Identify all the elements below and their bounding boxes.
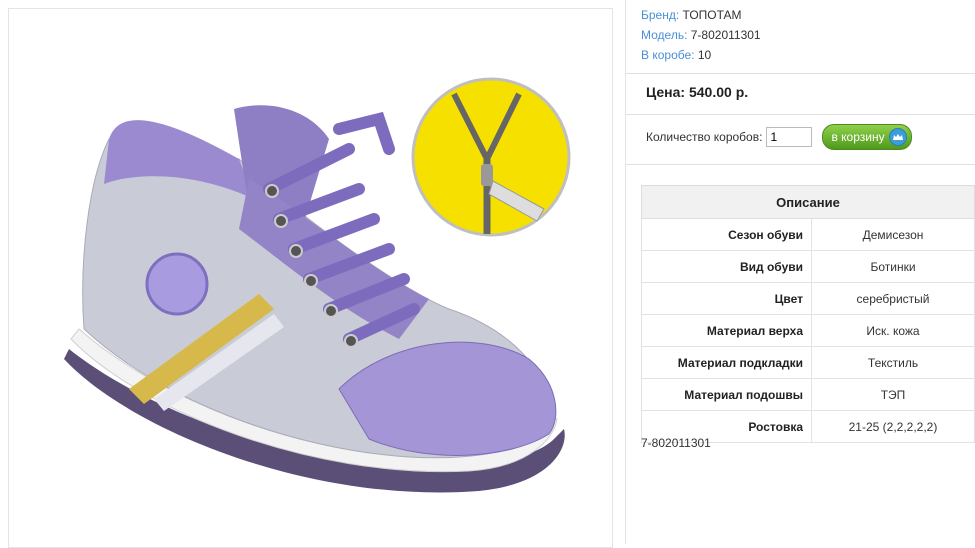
product-image[interactable] <box>8 8 613 548</box>
model-label: Модель: <box>641 28 688 42</box>
column-divider <box>625 0 626 544</box>
crown-icon <box>888 128 907 146</box>
model-value: 7-802011301 <box>690 28 761 42</box>
quantity-input[interactable] <box>766 127 813 147</box>
box-value: 10 <box>697 48 712 62</box>
spec-row: Вид обуви Ботинки <box>641 250 975 283</box>
spec-key: Материал подошвы <box>641 378 812 411</box>
model-footer: 7-802011301 <box>641 436 711 450</box>
brand-link[interactable]: ТОПОТАМ <box>683 8 742 22</box>
spec-value: 21-25 (2,2,2,2,2) <box>811 410 975 443</box>
spec-key: Цвет <box>641 282 812 315</box>
box-label: В коробе: <box>641 48 695 62</box>
spec-key: Сезон обуви <box>641 218 812 251</box>
spec-value: серебристый <box>811 282 975 315</box>
product-meta: Бренд: ТОПОТАМ Модель: 7-802011301 В кор… <box>641 5 761 65</box>
spec-value: ТЭП <box>811 378 975 411</box>
spec-row: Цвет серебристый <box>641 282 975 315</box>
box-row: В коробе: 10 <box>641 45 761 65</box>
divider <box>626 73 975 74</box>
spec-value: Ботинки <box>811 250 975 283</box>
brand-label: Бренд: <box>641 8 680 22</box>
add-to-cart-button[interactable]: в корзину <box>822 124 912 150</box>
model-row: Модель: 7-802011301 <box>641 25 761 45</box>
price: Цена: 540.00 р. <box>646 84 749 100</box>
specs-table: Описание Сезон обуви Демисезон Вид обуви Бо… <box>641 185 975 443</box>
spec-value: Текстиль <box>811 346 975 379</box>
spec-key: Материал подкладки <box>641 346 812 379</box>
spec-row: Материал верха Иск. кожа <box>641 314 975 347</box>
quantity-label: Количество коробов: <box>646 130 763 144</box>
specs-title: Описание <box>641 185 975 219</box>
boot-illustration <box>64 77 571 493</box>
divider <box>626 114 975 115</box>
spec-value: Демисезон <box>811 218 975 251</box>
add-to-cart-form: Количество коробов: в корзину <box>646 124 912 150</box>
spec-value: Иск. кожа <box>811 314 975 347</box>
brand-row: Бренд: ТОПОТАМ <box>641 5 761 25</box>
spec-key: Вид обуви <box>641 250 812 283</box>
add-to-cart-label: в корзину <box>831 130 885 144</box>
spec-row: Материал подкладки Текстиль <box>641 346 975 379</box>
spec-key: Материал верха <box>641 314 812 347</box>
spec-row: Сезон обуви Демисезон <box>641 218 975 251</box>
divider <box>626 164 975 165</box>
spec-row: Материал подошвы ТЭП <box>641 378 975 411</box>
